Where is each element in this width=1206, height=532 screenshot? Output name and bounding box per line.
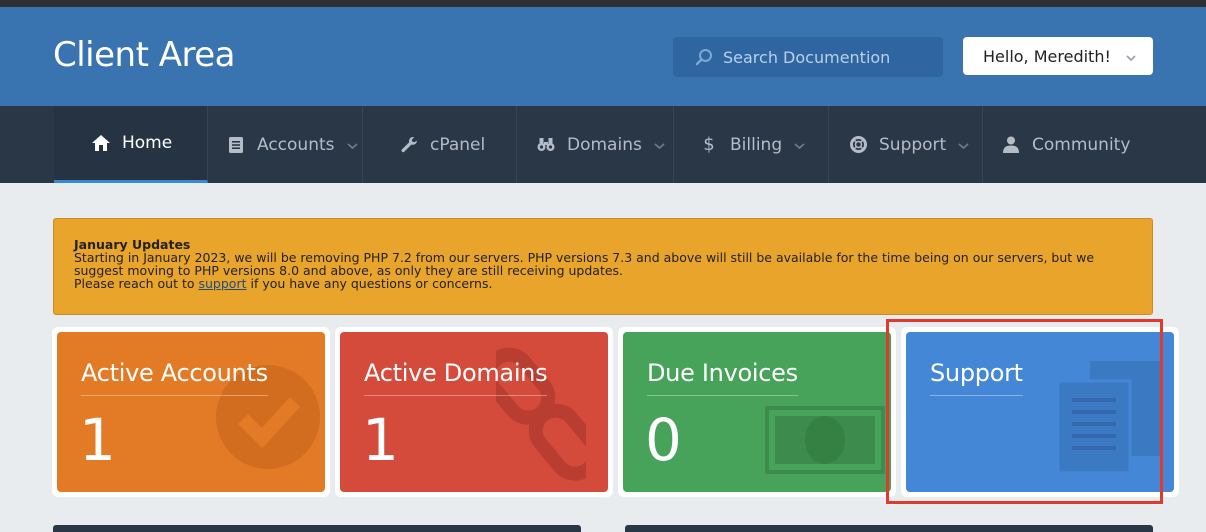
alert-body: Starting in January 2023, we will be rem… xyxy=(74,250,1095,278)
nav-label: Support xyxy=(879,134,947,155)
nav-accounts[interactable]: Accounts xyxy=(208,106,363,183)
alert-contact-line: Please reach out to support if you have … xyxy=(74,277,1132,290)
tile-body: Active Domains 1 xyxy=(340,332,608,492)
nav-label: Home xyxy=(122,133,173,153)
search-box[interactable] xyxy=(673,37,943,77)
chevron-down-icon xyxy=(794,135,805,155)
active-domains-tile[interactable]: Active Domains 1 xyxy=(335,327,613,497)
nav-label: Billing xyxy=(730,134,783,155)
panel-header xyxy=(53,525,581,532)
user-icon xyxy=(1002,136,1020,154)
user-greeting: Hello, Meredith! xyxy=(983,46,1111,66)
tile-body: Due Invoices 0 xyxy=(623,332,891,492)
main-nav: Home Accounts cPanel Domains $ Billing S… xyxy=(0,106,1206,183)
tile-label: Active Domains xyxy=(364,359,548,396)
nav-community[interactable]: Community xyxy=(983,106,1137,183)
search-icon xyxy=(693,46,715,68)
home-icon xyxy=(92,134,110,152)
tile-label: Due Invoices xyxy=(647,359,798,396)
nav-billing[interactable]: $ Billing xyxy=(674,106,829,183)
nav-label: Domains xyxy=(567,134,642,155)
tile-label: Active Accounts xyxy=(81,359,268,396)
tile-value: 1 xyxy=(79,406,116,474)
lifebuoy-icon xyxy=(849,136,867,154)
panel-header xyxy=(625,525,1153,532)
money-bill-icon xyxy=(765,406,885,478)
nav-label: Community xyxy=(1032,134,1131,155)
user-menu-button[interactable]: Hello, Meredith! xyxy=(963,37,1153,75)
binoculars-icon xyxy=(537,136,555,154)
nav-home[interactable]: Home xyxy=(54,106,208,183)
active-accounts-tile[interactable]: Active Accounts 1 xyxy=(52,327,330,497)
window-top-strip xyxy=(0,0,1206,7)
chevron-down-icon xyxy=(346,135,358,155)
alert-text: Please reach out to xyxy=(74,276,199,291)
alert-text: if you have any questions or concerns. xyxy=(246,276,493,291)
tile-body: Active Accounts 1 xyxy=(57,332,325,492)
announcement-alert: January Updates Starting in January 2023… xyxy=(53,218,1153,315)
due-invoices-tile[interactable]: Due Invoices 0 xyxy=(618,327,896,497)
search-input[interactable] xyxy=(723,47,943,67)
support-link[interactable]: support xyxy=(199,276,247,291)
chevron-down-icon xyxy=(958,135,969,155)
tile-value: 0 xyxy=(645,406,682,474)
chevron-down-icon xyxy=(1125,49,1137,68)
wrench-icon xyxy=(400,136,418,154)
highlight-box xyxy=(886,319,1163,504)
nav-domains[interactable]: Domains xyxy=(517,106,674,183)
tile-value: 1 xyxy=(362,406,399,474)
nav-label: Accounts xyxy=(257,134,335,155)
nav-cpanel[interactable]: cPanel xyxy=(363,106,517,183)
dollar-icon: $ xyxy=(703,134,715,155)
chevron-down-icon xyxy=(654,135,665,155)
nav-label: cPanel xyxy=(430,134,486,155)
nav-support[interactable]: Support xyxy=(829,106,983,183)
header: Client Area Hello, Meredith! xyxy=(0,7,1206,106)
document-icon xyxy=(227,136,245,154)
brand-title[interactable]: Client Area xyxy=(53,35,235,75)
